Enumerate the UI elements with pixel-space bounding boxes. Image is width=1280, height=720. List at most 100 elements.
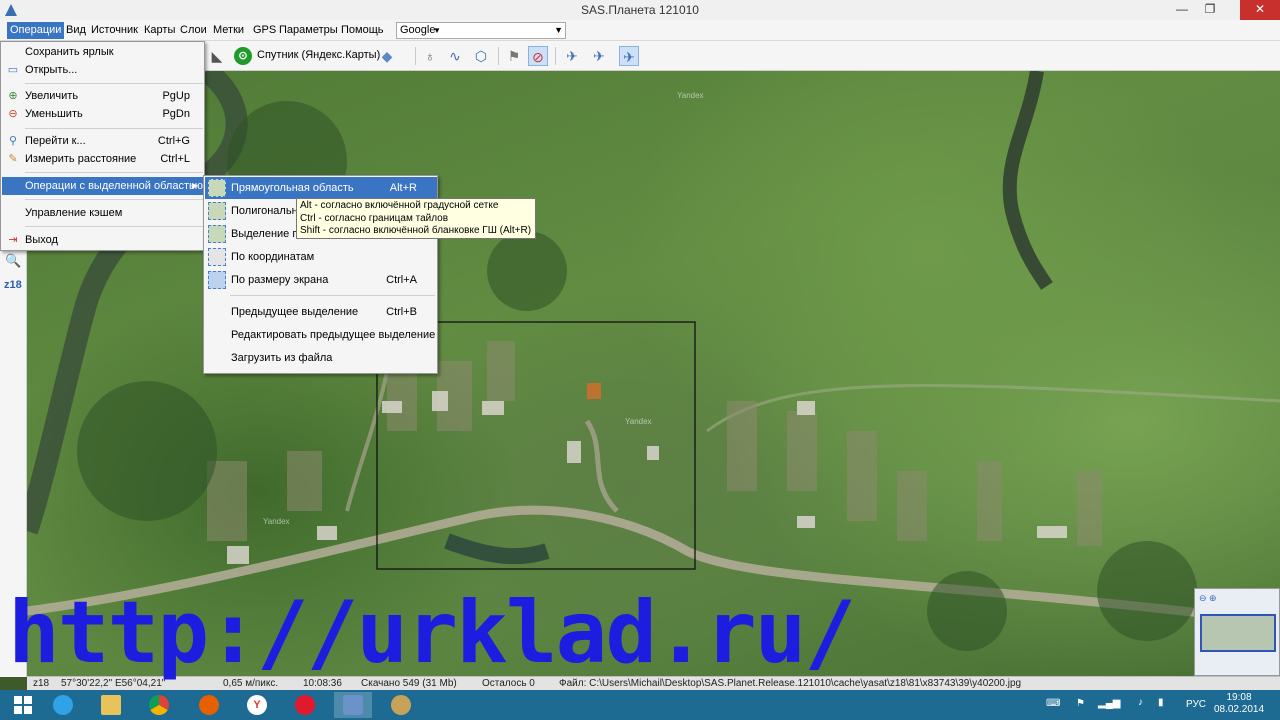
- menu-layers[interactable]: Слои: [177, 22, 210, 39]
- network-icon[interactable]: ▂▄▆: [1098, 698, 1120, 709]
- menu-operations[interactable]: Операции: [7, 22, 65, 39]
- gps-center-icon[interactable]: ✈: [619, 46, 639, 66]
- taskbar-yandex[interactable]: Y: [238, 692, 276, 718]
- menu-item-label: Увеличить: [25, 90, 79, 102]
- menu-help[interactable]: Помощь: [338, 22, 387, 39]
- minimap[interactable]: ⊖ ⊕: [1194, 588, 1280, 676]
- submenu-item-edit-previous[interactable]: Редактировать предыдущее выделение: [205, 324, 437, 346]
- battery-icon[interactable]: ▮: [1158, 697, 1164, 708]
- current-map-label[interactable]: Спутник (Яндекс.Карты): [257, 49, 380, 61]
- overlay-url-watermark: http://urklad.ru/: [8, 583, 856, 683]
- map-source-icon[interactable]: ⊙: [234, 47, 252, 65]
- volume-icon[interactable]: ♪: [1138, 697, 1143, 708]
- tooltip-line: Shift - согласно включённой бланковке ГШ…: [300, 225, 532, 236]
- system-clock[interactable]: 19:08 08.02.2014: [1204, 692, 1274, 716]
- toolbar-separator: [498, 47, 499, 65]
- gps-connect-icon[interactable]: ✈: [562, 46, 582, 66]
- toolbar-separator: [415, 47, 416, 65]
- taskbar-opera[interactable]: [286, 692, 324, 718]
- coordinates-icon: [208, 248, 226, 266]
- zoom-icon[interactable]: 🔍: [5, 253, 21, 269]
- submenu-item-label: Редактировать предыдущее выделение: [231, 329, 436, 341]
- submenu-item-previous[interactable]: Предыдущее выделение Ctrl+B: [205, 301, 437, 323]
- menu-separator: [25, 83, 203, 84]
- menu-separator: [25, 128, 203, 129]
- menu-item-label: Выход: [25, 234, 58, 246]
- zoom-in-icon: ⊕: [8, 90, 18, 102]
- sas-planet-icon: [343, 695, 363, 715]
- menu-item-cache[interactable]: Управление кэшем: [2, 204, 204, 222]
- submenu-item-screen[interactable]: По размеру экрана Ctrl+A: [205, 269, 437, 291]
- menu-item-label: Перейти к...: [25, 135, 86, 147]
- taskbar-paint[interactable]: [382, 692, 420, 718]
- submenu-item-label: По размеру экрана: [231, 274, 329, 286]
- close-button[interactable]: ✕: [1240, 0, 1280, 20]
- folder-open-icon: ▭: [7, 64, 19, 76]
- chevron-down-icon[interactable]: ▼: [554, 23, 563, 38]
- menu-marks[interactable]: Метки: [210, 22, 247, 39]
- menu-maps[interactable]: Карты: [141, 22, 178, 39]
- search-source-combo[interactable]: Google ▼ ▼: [396, 22, 566, 39]
- menu-item-label: Управление кэшем: [25, 207, 123, 219]
- placemark-icon[interactable]: ♁: [420, 46, 440, 66]
- submenu-item-shortcut: Ctrl+B: [386, 306, 417, 318]
- main-toolbar: ◣ ⊙ Спутник (Яндекс.Карты) ◆ ♁ ∿ ⬡ ⚑ ⊘ ✈…: [205, 41, 1280, 71]
- menu-item-selection-ops[interactable]: Операции с выделенной областью ▶: [2, 177, 204, 195]
- maximize-button[interactable]: ❐: [1196, 0, 1224, 20]
- menu-item-label: Измерить расстояние: [25, 153, 137, 165]
- menu-bar: Операции Вид Источник Карты Слои Метки G…: [0, 20, 1280, 41]
- minimap-viewport[interactable]: [1200, 614, 1276, 652]
- tooltip-line: Alt - согласно включённой градусной сетк…: [300, 200, 499, 211]
- submenu-item-by-coords[interactable]: По координатам: [205, 246, 437, 268]
- menu-view[interactable]: Вид: [63, 22, 89, 39]
- taskbar-explorer[interactable]: [92, 692, 130, 718]
- flag-icon[interactable]: ⚑: [1076, 698, 1085, 709]
- layers-icon[interactable]: ◆: [377, 46, 397, 66]
- marks-icon[interactable]: ⚑: [504, 46, 524, 66]
- path-icon[interactable]: ∿: [445, 46, 465, 66]
- submenu-item-label: Полигональна: [231, 205, 304, 217]
- clock-time: 19:08: [1226, 692, 1252, 703]
- menu-source[interactable]: Источник: [88, 22, 141, 39]
- menu-item-goto[interactable]: ⚲ Перейти к... Ctrl+G: [2, 132, 204, 150]
- hide-marks-icon[interactable]: ⊘: [528, 46, 548, 66]
- polygon-icon[interactable]: ⬡: [471, 46, 491, 66]
- chevron-right-icon: ▶: [191, 181, 198, 190]
- minimap-zoom-icon[interactable]: ⊖ ⊕: [1199, 593, 1217, 604]
- paint-icon: [391, 695, 411, 715]
- menu-item-zoom-out[interactable]: ⊖ Уменьшить PgDn: [2, 105, 204, 123]
- menu-item-exit[interactable]: ⇥ Выход: [2, 231, 204, 249]
- combo-value: Google: [400, 24, 436, 36]
- menu-item-save-shortcut[interactable]: Сохранить ярлык: [2, 43, 204, 61]
- menu-item-open[interactable]: ▭ Открыть...: [2, 61, 204, 79]
- menu-item-zoom-in[interactable]: ⊕ Увеличить PgUp: [2, 87, 204, 105]
- submenu-item-shortcut: Ctrl+A: [386, 274, 417, 286]
- menu-separator: [25, 172, 203, 173]
- monitor-icon: [208, 271, 226, 289]
- opera-icon: [295, 695, 315, 715]
- minimize-button[interactable]: —: [1168, 0, 1196, 20]
- submenu-item-load-file[interactable]: Загрузить из файла: [205, 347, 437, 369]
- exit-icon: ⇥: [8, 234, 18, 246]
- submenu-item-label: Загрузить из файла: [231, 352, 333, 364]
- menu-item-measure[interactable]: ✎ Измерить расстояние Ctrl+L: [2, 150, 204, 168]
- submenu-item-rectangle[interactable]: Прямоугольная область Alt+R: [205, 177, 437, 199]
- map-watermark: Yandex: [677, 91, 704, 100]
- menu-gps[interactable]: GPS: [250, 22, 279, 39]
- satellite-dish-icon[interactable]: ◣: [207, 46, 227, 66]
- taskbar-sasplanet[interactable]: [334, 692, 372, 718]
- gps-track-icon[interactable]: ✈: [589, 46, 609, 66]
- taskbar-firefox[interactable]: [190, 692, 228, 718]
- menu-settings[interactable]: Параметры: [276, 22, 341, 39]
- yandex-browser-icon: Y: [247, 695, 267, 715]
- menu-item-label: Уменьшить: [25, 108, 83, 120]
- taskbar-chrome[interactable]: [140, 692, 178, 718]
- selection-hint-tooltip: Alt - согласно включённой градусной сетк…: [296, 198, 536, 239]
- submenu-item-label: Выделение по: [231, 228, 305, 240]
- keyboard-icon[interactable]: ⌨: [1046, 698, 1060, 709]
- menu-item-label: Операции с выделенной областью: [25, 180, 203, 192]
- submenu-item-label: Предыдущее выделение: [231, 306, 359, 318]
- taskbar-ie[interactable]: [44, 692, 82, 718]
- map-watermark: Yandex: [263, 517, 290, 526]
- start-button[interactable]: [4, 692, 42, 718]
